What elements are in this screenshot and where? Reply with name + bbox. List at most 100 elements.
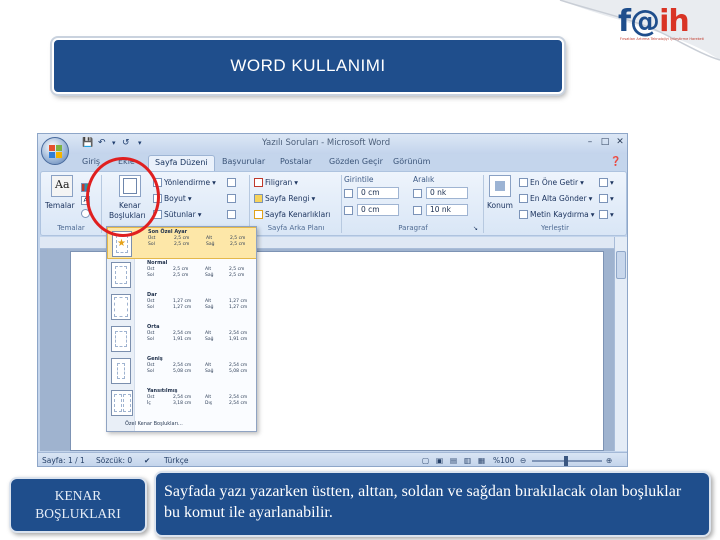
margin-preview-icon: [111, 358, 131, 384]
align-icon[interactable]: ▾: [599, 177, 614, 188]
group-separator: [341, 175, 342, 233]
indent-right-input[interactable]: 0 cm: [357, 204, 399, 216]
tab-gorunum[interactable]: Görünüm: [393, 157, 430, 171]
position-button[interactable]: Konum: [487, 200, 513, 211]
view-outline-icon[interactable]: ▥: [464, 456, 471, 465]
maximize-icon[interactable]: □: [598, 137, 612, 149]
margin-option-orta[interactable]: Orta Üst 2,54 cm Alt 2,54 cm Sol 1,91 cm…: [107, 323, 256, 355]
zoom-in-icon[interactable]: ⊕: [606, 456, 612, 465]
columns-button[interactable]: Sütunlar ▾: [153, 209, 202, 220]
bring-to-front-icon: [519, 178, 528, 187]
tab-basvurular[interactable]: Başvurular: [222, 157, 265, 171]
indent-left-input[interactable]: 0 cm: [357, 187, 399, 199]
tab-postalar[interactable]: Postalar: [280, 157, 312, 171]
group-label-sayfa-arka-plani: Sayfa Arka Planı: [267, 224, 325, 232]
group-separator: [249, 175, 250, 233]
zoom-slider[interactable]: [532, 456, 602, 466]
help-icon[interactable]: ❓: [610, 157, 621, 171]
position-icon[interactable]: [489, 175, 511, 197]
close-icon[interactable]: ✕: [613, 137, 627, 149]
logo-tagline: Fırsatları Artırma Teknolojiyi İyileştir…: [620, 37, 705, 41]
group-label-paragraf: Paragraf: [398, 224, 428, 232]
status-bar: Sayfa: 1 / 1 Sözcük: 0 ✔ Türkçe ▢ ▣ ▤ ▥ …: [38, 452, 627, 466]
tab-sayfa-duzeni[interactable]: Sayfa Düzeni: [148, 155, 215, 172]
margin-option-normal[interactable]: Normal Üst 2,5 cm Alt 2,5 cm Sol 2,5 cm …: [107, 259, 256, 291]
indent-left-icon: [344, 188, 353, 199]
margin-option-yansitilmis[interactable]: Yansıtılmış Üst 2,54 cm Alt 2,54 cm İç 3…: [107, 387, 256, 419]
custom-margins-menu-item[interactable]: Özel Kenar Boşlukları...: [125, 421, 183, 427]
send-to-back-icon: [519, 194, 528, 203]
view-full-screen-icon[interactable]: ▣: [436, 456, 443, 465]
hyphenation-icon[interactable]: [227, 209, 236, 220]
slide: f@ih Fırsatları Artırma Teknolojiyi İyil…: [0, 0, 720, 540]
minimize-icon[interactable]: –: [583, 137, 597, 149]
group-separator: [483, 175, 484, 233]
save-icon[interactable]: 💾: [82, 138, 93, 150]
caption-left-box: KENAR BOŞLUKLARI: [9, 477, 147, 533]
page-borders-button[interactable]: Sayfa Kenarlıkları: [254, 209, 330, 220]
proofing-icon[interactable]: ✔: [144, 456, 150, 465]
view-print-layout-icon[interactable]: ▢: [422, 456, 429, 465]
tab-gozden-gecir[interactable]: Gözden Geçir: [329, 157, 383, 171]
watermark-button[interactable]: Filigran ▾: [254, 177, 298, 188]
rotate-icon[interactable]: ▾: [599, 209, 614, 220]
themes-button[interactable]: Temalar: [45, 200, 75, 211]
office-button[interactable]: [41, 137, 69, 165]
text-wrapping-button[interactable]: Metin Kaydırma ▾: [519, 209, 595, 220]
page-count[interactable]: Sayfa: 1 / 1: [42, 456, 85, 465]
redo-icon[interactable]: ↺: [122, 138, 130, 150]
margin-preview-icon: [111, 262, 131, 288]
margin-preview-icon: [111, 326, 131, 352]
spacing-after-input[interactable]: 10 nk: [426, 204, 468, 216]
logo-wordmark: f@ih: [618, 4, 690, 39]
undo-icon[interactable]: ↶: [98, 138, 106, 150]
margin-preview-icon: [111, 390, 133, 416]
title-banner: WORD KULLANIMI: [52, 38, 564, 94]
caption-left: KENAR BOŞLUKLARI: [35, 488, 121, 521]
zoom-slider-thumb[interactable]: [564, 456, 568, 466]
paragraph-dialog-launcher-icon[interactable]: ↘: [473, 223, 478, 234]
page-color-button[interactable]: Sayfa Rengi ▾: [254, 193, 315, 204]
spacing-after-icon: [413, 205, 422, 216]
word-count[interactable]: Sözcük: 0: [96, 456, 132, 465]
indent-right-icon: [344, 205, 353, 216]
page-color-icon: [254, 194, 263, 203]
zoom-level[interactable]: %100: [493, 456, 514, 465]
fatih-logo: f@ih Fırsatları Artırma Teknolojiyi İyil…: [618, 4, 718, 44]
line-numbers-icon[interactable]: [227, 193, 236, 204]
zoom-out-icon[interactable]: ⊖: [520, 456, 526, 465]
indent-heading: Girintile: [344, 175, 374, 184]
themes-icon[interactable]: Aa: [51, 175, 73, 197]
star-icon: ★: [117, 238, 126, 249]
send-to-back-button[interactable]: En Alta Gönder ▾: [519, 193, 592, 204]
breaks-icon[interactable]: [227, 177, 236, 188]
spacing-heading: Aralık: [413, 175, 435, 184]
group-objects-icon[interactable]: ▾: [599, 193, 614, 204]
spacing-before-icon: [413, 188, 422, 199]
view-web-layout-icon[interactable]: ▤: [450, 456, 457, 465]
group-label-yerlestir: Yerleştir: [541, 224, 569, 232]
page-title: WORD KULLANIMI: [230, 56, 386, 75]
margin-preview-icon: [111, 294, 131, 320]
group-label-temalar: Temalar: [57, 224, 85, 232]
spacing-before-input[interactable]: 0 nk: [426, 187, 468, 199]
vertical-scrollbar[interactable]: [614, 237, 627, 451]
margins-dropdown: ★ Son Özel Ayar Üst 2,5 cm Alt 2,5 cm So…: [106, 226, 257, 432]
text-wrapping-icon: [519, 210, 528, 219]
view-draft-icon[interactable]: ▦: [478, 456, 485, 465]
scrollbar-thumb[interactable]: [616, 251, 626, 279]
margin-option-genis[interactable]: Geniş Üst 2,54 cm Alt 2,54 cm Sol 5,08 c…: [107, 355, 256, 387]
red-circle-highlight: [86, 157, 160, 237]
page-borders-icon: [254, 210, 263, 219]
orientation-button[interactable]: Yönlendirme ▾: [153, 177, 216, 188]
bring-to-front-button[interactable]: En Öne Getir ▾: [519, 177, 584, 188]
language-status[interactable]: Türkçe: [164, 456, 188, 465]
caption-right: Sayfada yazı yazarken üstten, alttan, so…: [164, 483, 682, 521]
word-title-bar: 💾 ↶ ▾ ↺ ▾ Yazılı Soruları - Microsoft Wo…: [38, 134, 627, 154]
caption-right-box: Sayfada yazı yazarken üstten, alttan, so…: [154, 471, 711, 537]
undo-dropdown-icon[interactable]: ▾: [112, 139, 116, 151]
window-title: Yazılı Soruları - Microsoft Word: [262, 138, 391, 148]
margin-option-dar[interactable]: Dar Üst 1,27 cm Alt 1,27 cm Sol 1,27 cm …: [107, 291, 256, 323]
customize-toolbar-icon[interactable]: ▾: [138, 139, 142, 151]
watermark-icon: [254, 178, 263, 187]
